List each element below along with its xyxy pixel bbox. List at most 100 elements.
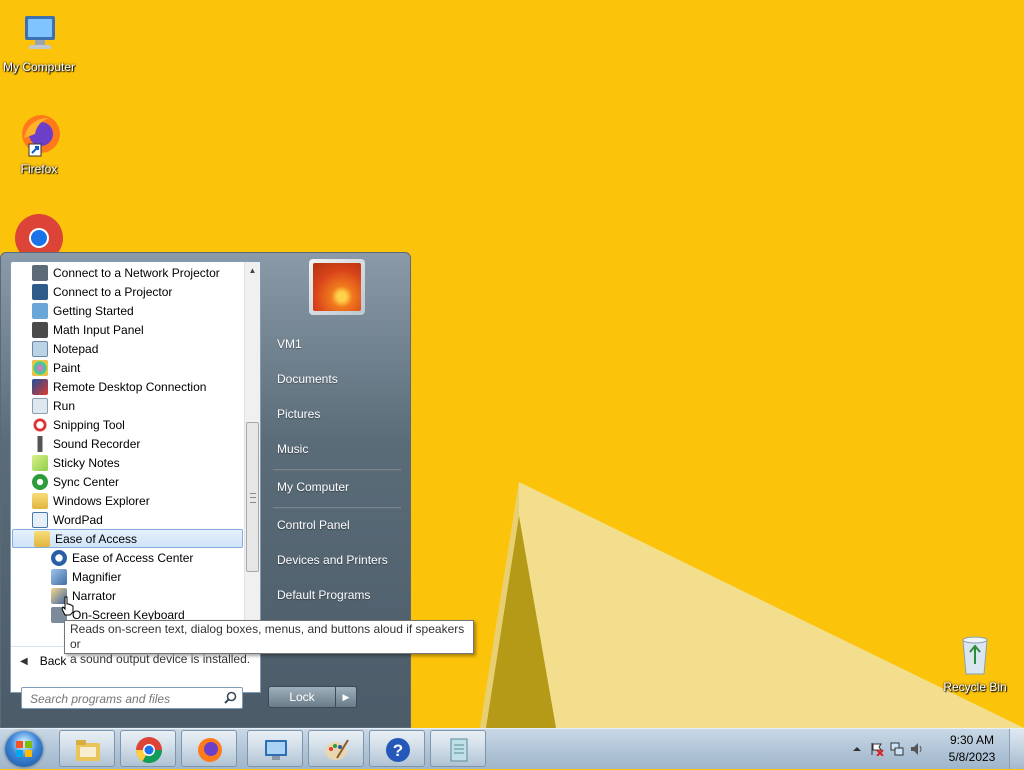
program-item-snipping-tool[interactable]: Snipping Tool xyxy=(11,415,243,434)
program-item-magnifier[interactable]: Magnifier xyxy=(11,567,243,586)
scroll-thumb[interactable] xyxy=(246,422,259,572)
clock-time[interactable]: 9:30 AM xyxy=(942,733,1002,747)
projector-icon xyxy=(32,283,48,300)
computer-icon xyxy=(15,10,63,58)
magnifier-icon xyxy=(51,568,67,585)
folder-icon xyxy=(32,492,48,509)
desktop-icon-label: My Computer xyxy=(2,60,76,74)
math-input-icon xyxy=(32,321,48,338)
program-label: Windows Explorer xyxy=(53,493,150,508)
right-link-control-panel[interactable]: Control Panel xyxy=(277,518,350,532)
tooltip-line-2: a sound output device is installed. xyxy=(70,652,251,666)
tooltip-line-1: Reads on-screen text, dialog boxes, menu… xyxy=(70,622,465,651)
folder-icon xyxy=(34,530,50,547)
program-label: Connect to a Network Projector xyxy=(53,265,220,280)
program-item-network-projector[interactable]: Connect to a Network Projector xyxy=(11,263,243,282)
program-item-projector[interactable]: Connect to a Projector xyxy=(11,282,243,301)
ease-of-access-icon xyxy=(51,549,67,566)
program-item-math-input[interactable]: Math Input Panel xyxy=(11,320,243,339)
program-item-run[interactable]: Run xyxy=(11,396,243,415)
right-link-default-programs[interactable]: Default Programs xyxy=(277,588,370,602)
sticky-notes-icon xyxy=(32,454,48,471)
show-hidden-icons-icon[interactable] xyxy=(850,742,864,756)
wordpad-icon xyxy=(32,511,48,528)
getting-started-icon xyxy=(32,302,48,319)
network-icon[interactable] xyxy=(890,742,904,756)
program-label: Connect to a Projector xyxy=(53,284,173,299)
right-pane-separator xyxy=(273,469,401,471)
program-list-scrollbar[interactable]: ▲ xyxy=(244,262,260,644)
right-link-my-computer[interactable]: My Computer xyxy=(277,480,349,494)
flower-avatar-icon xyxy=(313,263,361,311)
taskbar-chrome[interactable] xyxy=(120,730,176,767)
search-box[interactable] xyxy=(21,687,243,709)
clock-date[interactable]: 5/8/2023 xyxy=(942,750,1002,764)
taskbar-notepad[interactable] xyxy=(430,730,486,767)
program-label: Ease of Access xyxy=(55,531,138,546)
program-item-ease-of-access-center[interactable]: Ease of Access Center xyxy=(11,548,243,567)
firefox-icon xyxy=(15,112,63,160)
chrome-icon xyxy=(135,737,163,764)
start-button[interactable] xyxy=(5,731,43,767)
program-label: Run xyxy=(53,398,76,413)
lock-button-group: Lock ▶ xyxy=(268,686,357,708)
program-label: Ease of Access Center xyxy=(72,550,194,565)
taskbar-windows-explorer[interactable] xyxy=(59,730,115,767)
program-item-narrator[interactable]: Narrator xyxy=(11,586,243,605)
program-label: Narrator xyxy=(72,588,117,603)
shutdown-options-arrow-icon[interactable]: ▶ xyxy=(336,686,357,708)
program-item-notepad[interactable]: Notepad xyxy=(11,339,243,358)
desktop-icon-recycle-bin[interactable]: Recycle Bin xyxy=(935,630,1015,694)
scroll-grip-icon xyxy=(250,493,256,503)
program-label: Getting Started xyxy=(53,303,134,318)
notepad-icon xyxy=(32,340,48,357)
program-item-sound-recorder[interactable]: Sound Recorder xyxy=(11,434,243,453)
program-label: Notepad xyxy=(53,341,99,356)
program-label: Sticky Notes xyxy=(53,455,120,470)
program-item-windows-explorer[interactable]: Windows Explorer xyxy=(11,491,243,510)
right-link-user[interactable]: VM1 xyxy=(277,337,302,351)
search-input[interactable] xyxy=(28,689,222,709)
program-label: WordPad xyxy=(53,512,103,527)
user-picture[interactable] xyxy=(309,259,365,315)
program-item-remote-desktop[interactable]: Remote Desktop Connection xyxy=(11,377,243,396)
desktop-icon-my-computer[interactable]: My Computer xyxy=(0,10,79,74)
run-icon xyxy=(32,397,48,414)
program-item-paint[interactable]: Paint xyxy=(11,358,243,377)
show-desktop-button[interactable] xyxy=(1009,729,1024,769)
program-item-sync-center[interactable]: Sync Center xyxy=(11,472,243,491)
microphone-icon xyxy=(32,435,48,452)
program-label: Snipping Tool xyxy=(53,417,125,432)
right-link-music[interactable]: Music xyxy=(277,442,308,456)
desktop-icon-firefox[interactable]: Firefox xyxy=(0,112,79,176)
taskbar-help[interactable]: ? xyxy=(369,730,425,767)
network-projector-icon xyxy=(32,264,48,281)
taskbar-firefox[interactable] xyxy=(181,730,237,767)
scroll-up-arrow-icon[interactable]: ▲ xyxy=(245,262,260,279)
program-item-sticky-notes[interactable]: Sticky Notes xyxy=(11,453,243,472)
program-item-getting-started[interactable]: Getting Started xyxy=(11,301,243,320)
right-link-documents[interactable]: Documents xyxy=(277,372,338,386)
program-label: Sync Center xyxy=(53,474,120,489)
right-link-pictures[interactable]: Pictures xyxy=(277,407,320,421)
program-folder-ease-of-access[interactable]: Ease of Access xyxy=(12,529,243,548)
taskbar-remote-desktop[interactable] xyxy=(247,730,303,767)
right-pane-separator xyxy=(273,507,401,509)
remote-desktop-icon xyxy=(265,740,287,760)
firefox-icon xyxy=(198,738,222,762)
taskbar: ? xyxy=(0,728,1024,769)
windows-logo-icon xyxy=(16,741,32,757)
program-label: Magnifier xyxy=(72,569,122,584)
right-link-devices-printers[interactable]: Devices and Printers xyxy=(277,553,388,567)
action-center-flag-icon[interactable] xyxy=(870,742,884,756)
search-icon[interactable] xyxy=(224,691,237,704)
lock-button[interactable]: Lock xyxy=(268,686,336,708)
taskbar-paint[interactable] xyxy=(308,730,364,767)
program-item-wordpad[interactable]: WordPad xyxy=(11,510,243,529)
paint-icon xyxy=(325,739,349,760)
volume-icon[interactable] xyxy=(910,742,924,756)
back-label: Back xyxy=(39,654,67,668)
program-label: Math Input Panel xyxy=(53,322,144,337)
sync-icon xyxy=(32,473,48,490)
program-label: Paint xyxy=(53,360,81,375)
